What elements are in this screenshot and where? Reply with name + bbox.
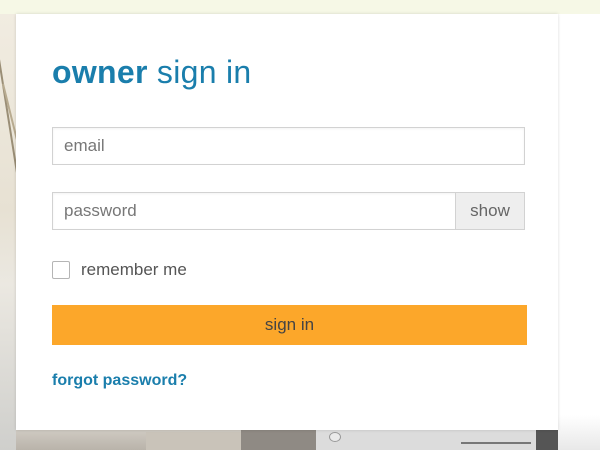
background-photo-bottom <box>16 430 558 450</box>
signin-card: owner sign in show remember me sign in f… <box>16 14 558 430</box>
background-photo-left <box>0 14 16 450</box>
background-photo-right <box>558 14 600 450</box>
title-rest: sign in <box>147 54 252 90</box>
remember-me-label: remember me <box>81 260 187 279</box>
email-input[interactable] <box>53 128 524 164</box>
show-password-button[interactable]: show <box>455 193 524 229</box>
title-strong: owner <box>52 54 148 90</box>
page-top-strip <box>0 0 600 14</box>
page-title: owner sign in <box>52 52 252 92</box>
remember-me-checkbox[interactable] <box>52 261 70 279</box>
remember-me-option[interactable]: remember me <box>52 259 187 281</box>
sign-in-button[interactable]: sign in <box>52 305 527 345</box>
password-field: show <box>52 192 525 230</box>
email-field <box>52 127 525 165</box>
password-input[interactable] <box>53 193 457 229</box>
forgot-password-link[interactable]: forgot password? <box>52 372 187 390</box>
